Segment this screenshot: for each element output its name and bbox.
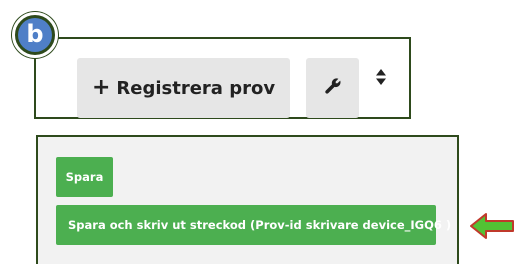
step-badge: b bbox=[12, 12, 58, 58]
toolbar-panel: + Registrera prov bbox=[34, 37, 411, 119]
register-sample-button[interactable]: + Registrera prov bbox=[77, 58, 290, 118]
settings-button[interactable] bbox=[306, 58, 359, 118]
step-badge-label: b bbox=[18, 18, 52, 52]
register-sample-label: Registrera prov bbox=[116, 77, 276, 99]
save-actions-panel: Spara Spara och skriv ut streckod (Prov-… bbox=[36, 135, 459, 264]
sort-icon[interactable] bbox=[375, 68, 387, 86]
save-and-print-barcode-label: Spara och skriv ut streckod (Prov-id skr… bbox=[68, 218, 452, 232]
save-button-label: Spara bbox=[65, 170, 104, 184]
wrench-icon bbox=[324, 77, 342, 99]
screenshot-canvas: b + Registrera prov Spara Spara och skri bbox=[0, 0, 517, 264]
save-button[interactable]: Spara bbox=[56, 157, 113, 197]
plus-icon: + bbox=[91, 75, 111, 100]
left-arrow-icon bbox=[469, 211, 515, 241]
save-and-print-barcode-button[interactable]: Spara och skriv ut streckod (Prov-id skr… bbox=[56, 205, 451, 245]
